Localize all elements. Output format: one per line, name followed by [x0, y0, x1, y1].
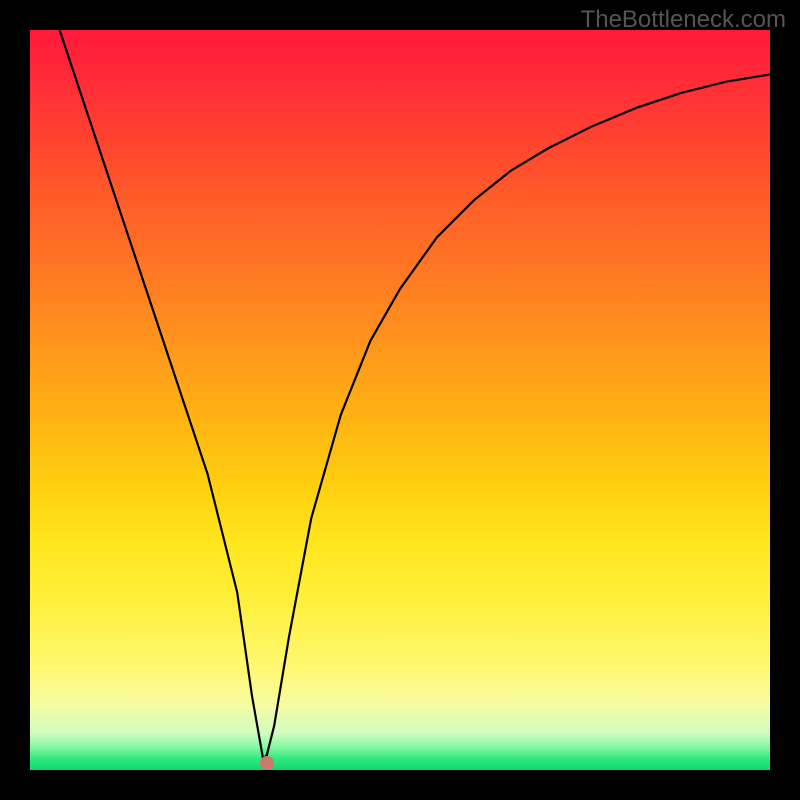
chart-curve	[30, 30, 770, 770]
watermark-text: TheBottleneck.com	[581, 6, 786, 34]
chart-plot-area	[30, 30, 770, 770]
chart-marker-dot	[260, 756, 274, 770]
